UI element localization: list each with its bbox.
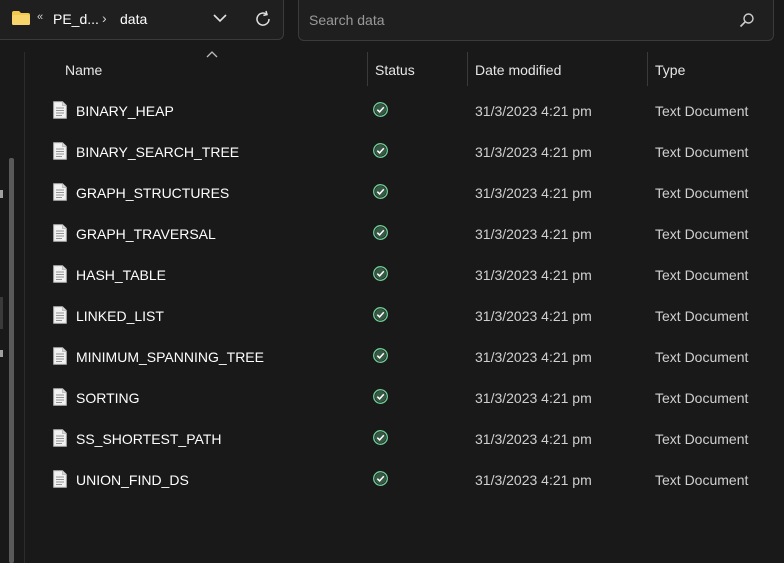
address-bar[interactable]: « PE_d... › data [0, 0, 284, 40]
column-header-row: Name Status Date modified Type [25, 51, 784, 88]
file-date-modified: 31/3/2023 4:21 pm [475, 431, 592, 447]
file-type: Text Document [655, 349, 749, 365]
sync-status-check-icon [373, 225, 388, 240]
file-explorer-window: « PE_d... › data Search data Name Status… [0, 0, 784, 563]
file-name[interactable]: SS_SHORTEST_PATH [76, 431, 221, 447]
text-document-icon [53, 429, 67, 447]
file-name[interactable]: LINKED_LIST [76, 308, 164, 324]
navigation-pane[interactable] [0, 52, 25, 563]
file-date-modified: 31/3/2023 4:21 pm [475, 390, 592, 406]
sort-ascending-icon [206, 51, 218, 58]
file-date-modified: 31/3/2023 4:21 pm [475, 308, 592, 324]
text-document-icon [53, 470, 67, 488]
file-row[interactable]: SORTING 31/3/2023 4:21 pm Text Document [25, 377, 784, 418]
column-divider[interactable] [647, 52, 648, 86]
sync-status-check-icon [373, 143, 388, 158]
file-name[interactable]: UNION_FIND_DS [76, 472, 189, 488]
file-name[interactable]: GRAPH_TRAVERSAL [76, 226, 216, 242]
sync-status-check-icon [373, 307, 388, 322]
breadcrumb-current[interactable]: data [120, 11, 147, 27]
file-list: BINARY_HEAP 31/3/2023 4:21 pm Text Documen… [25, 90, 784, 500]
file-type: Text Document [655, 267, 749, 283]
column-header-status[interactable]: Status [375, 62, 415, 78]
file-name[interactable]: SORTING [76, 390, 140, 406]
file-name[interactable]: GRAPH_STRUCTURES [76, 185, 229, 201]
column-divider[interactable] [367, 52, 368, 86]
text-document-icon [53, 388, 67, 406]
text-document-icon [53, 347, 67, 365]
sync-status-check-icon [373, 348, 388, 363]
file-name[interactable]: BINARY_SEARCH_TREE [76, 144, 239, 160]
nav-item-highlight [0, 297, 3, 329]
file-row[interactable]: HASH_TABLE 31/3/2023 4:21 pm Text Document [25, 254, 784, 295]
file-name[interactable]: BINARY_HEAP [76, 103, 174, 119]
folder-icon [12, 11, 30, 25]
file-type: Text Document [655, 472, 749, 488]
text-document-icon [53, 183, 67, 201]
chevron-down-icon[interactable] [213, 13, 227, 23]
file-type: Text Document [655, 103, 749, 119]
sync-status-check-icon [373, 102, 388, 117]
column-header-name[interactable]: Name [65, 62, 102, 78]
file-date-modified: 31/3/2023 4:21 pm [475, 267, 592, 283]
file-date-modified: 31/3/2023 4:21 pm [475, 144, 592, 160]
file-name[interactable]: MINIMUM_SPANNING_TREE [76, 349, 264, 365]
file-type: Text Document [655, 226, 749, 242]
sync-status-check-icon [373, 430, 388, 445]
nav-item-marker [0, 350, 3, 357]
column-divider[interactable] [467, 52, 468, 86]
file-row[interactable]: BINARY_HEAP 31/3/2023 4:21 pm Text Documen… [25, 90, 784, 131]
file-row[interactable]: BINARY_SEARCH_TREE 31/3/2023 4:21 pm Text … [25, 131, 784, 172]
column-header-date-modified[interactable]: Date modified [475, 62, 561, 78]
text-document-icon [53, 101, 67, 119]
file-date-modified: 31/3/2023 4:21 pm [475, 185, 592, 201]
text-document-icon [53, 306, 67, 324]
file-name[interactable]: HASH_TABLE [76, 267, 166, 283]
nav-item-marker [0, 190, 3, 198]
column-header-type[interactable]: Type [655, 62, 685, 78]
breadcrumb-overflow-icon[interactable]: « [37, 11, 43, 23]
text-document-icon [53, 142, 67, 160]
sync-status-check-icon [373, 471, 388, 486]
text-document-icon [53, 265, 67, 283]
text-document-icon [53, 224, 67, 242]
file-row[interactable]: UNION_FIND_DS 31/3/2023 4:21 pm Text Docum… [25, 459, 784, 500]
file-row[interactable]: LINKED_LIST 31/3/2023 4:21 pm Text Documen… [25, 295, 784, 336]
file-type: Text Document [655, 308, 749, 324]
sync-status-check-icon [373, 184, 388, 199]
nav-scrollbar[interactable] [9, 158, 14, 563]
file-date-modified: 31/3/2023 4:21 pm [475, 226, 592, 242]
breadcrumb-separator-icon[interactable]: › [102, 10, 107, 26]
file-row[interactable]: GRAPH_STRUCTURES 31/3/2023 4:21 pm Text Do… [25, 172, 784, 213]
file-type: Text Document [655, 144, 749, 160]
file-type: Text Document [655, 390, 749, 406]
search-box[interactable]: Search data [298, 0, 774, 41]
search-input[interactable]: Search data [309, 12, 385, 28]
sync-status-check-icon [373, 389, 388, 404]
file-date-modified: 31/3/2023 4:21 pm [475, 472, 592, 488]
file-date-modified: 31/3/2023 4:21 pm [475, 349, 592, 365]
file-type: Text Document [655, 185, 749, 201]
file-type: Text Document [655, 431, 749, 447]
file-row[interactable]: SS_SHORTEST_PATH 31/3/2023 4:21 pm Text Do… [25, 418, 784, 459]
breadcrumb-parent[interactable]: PE_d... [53, 11, 99, 27]
sync-status-check-icon [373, 266, 388, 281]
file-date-modified: 31/3/2023 4:21 pm [475, 103, 592, 119]
refresh-icon[interactable] [254, 10, 272, 28]
file-row[interactable]: MINIMUM_SPANNING_TREE 31/3/2023 4:21 pm Te… [25, 336, 784, 377]
search-icon[interactable] [739, 12, 755, 28]
file-row[interactable]: GRAPH_TRAVERSAL 31/3/2023 4:21 pm Text Doc… [25, 213, 784, 254]
